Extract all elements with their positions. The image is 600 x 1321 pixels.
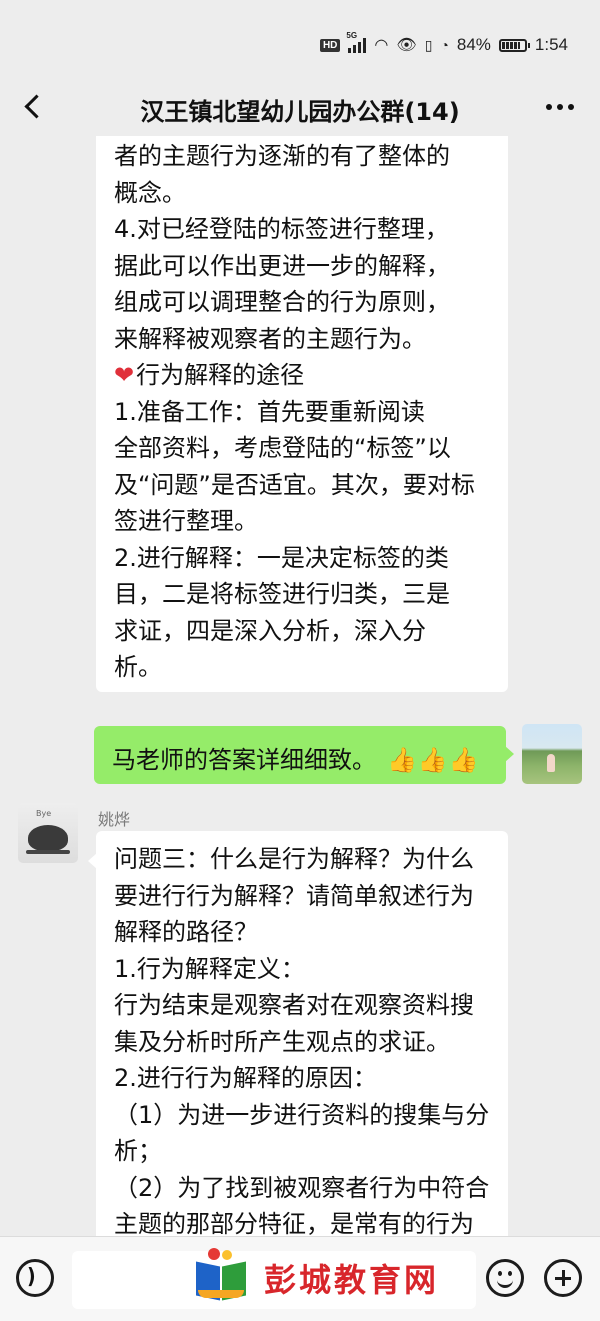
message-line: 1.准备工作：首先要重新阅读 [114, 397, 425, 426]
message-bubble[interactable]: 者的主题行为逐渐的有了整体的 概念。 4.对已经登陆的标签进行整理， 据此可以作… [96, 136, 508, 692]
message-line: 解释的路径？ [114, 918, 258, 946]
thumbs-up-group: 👍👍👍 [386, 742, 479, 779]
plus-icon[interactable] [544, 1259, 582, 1297]
message-line: 概念。 [114, 178, 186, 207]
message-line: 4.对已经登陆的标签进行整理， [114, 215, 449, 243]
wifi-icon: ◠ [374, 37, 389, 54]
heart-icon: ❤ [114, 361, 135, 389]
message-line: 目，二是将标签进行归类，三是 [114, 580, 450, 608]
vibrate-icon: ▯ [424, 36, 433, 53]
thumbs-up-icon: 👍 [448, 746, 479, 775]
message-bubble[interactable]: 问题三：什么是行为解释？为什么 要进行行为解释？请简单叙述行为 解释的路径？ 1… [88, 831, 508, 1236]
chat-messages[interactable]: 者的主题行为逐渐的有了整体的 概念。 4.对已经登陆的标签进行整理， 据此可以作… [0, 136, 600, 1236]
message-line: 及“问题”是否适宜。其次，要对标 [114, 470, 475, 499]
message-text: 马老师的答案详细细致。 [112, 746, 376, 775]
thumbs-up-icon: 👍 [417, 746, 448, 775]
message-line: 据此可以作出更进一步的解释， [114, 251, 450, 280]
avatar-label: Bye [36, 809, 52, 818]
sender-name: 姚烨 [98, 810, 131, 829]
battery-level [501, 41, 521, 49]
message-line: 组成可以调理整合的行为原则， [114, 288, 450, 316]
battery-icon [498, 38, 530, 52]
sender-avatar[interactable]: Bye [18, 803, 78, 863]
my-message-bubble[interactable]: 马老师的答案详细细致。 👍👍👍 [94, 726, 514, 784]
eye-icon: 👁 [396, 37, 417, 54]
message-line: 集及分析时所产生观点的求证。 [114, 1027, 450, 1056]
watermark: 彭城教育网 [190, 1246, 439, 1310]
hd-badge: HD [319, 38, 341, 52]
message-line: 2.进行解释：一是决定标签的类 [114, 543, 449, 572]
message-line: 行为结束是观察者对在观察资料搜 [114, 991, 474, 1019]
message-line: 行为解释的途径 [136, 361, 305, 389]
network-type: 5G [346, 31, 358, 40]
message-line: 全部资料，考虑登陆的“标签”以 [114, 434, 451, 462]
message-line: 来解释被观察者的主题行为。 [114, 324, 426, 353]
message-line: 2.进行行为解释的原因： [114, 1064, 377, 1092]
message-line: 主题的那部分特征，是常有的行为 [114, 1210, 474, 1236]
emoji-icon[interactable] [486, 1259, 524, 1297]
message-line: 析； [114, 1137, 162, 1165]
message-line: 问题三：什么是行为解释？为什么 [114, 845, 474, 873]
signal-icon: 5G [346, 31, 367, 53]
clock: 1:54 [534, 35, 568, 54]
status-bar: HD 5G ◠ 👁 ▯ ◔ 84% 1:54 [0, 0, 600, 80]
my-avatar[interactable] [522, 724, 582, 784]
more-horizontal-icon[interactable] [542, 94, 578, 120]
message-line-heading: ❤行为解释的途径 [114, 357, 494, 394]
thumbs-up-icon: 👍 [387, 746, 417, 775]
message-line: （1）为进一步进行资料的搜集与分 [114, 1100, 490, 1129]
chat-title: 汉王镇北望幼儿园办公群(14) [140, 98, 460, 126]
message-line: （2）为了找到被观察者行为中符合 [114, 1173, 490, 1202]
watermark-logo-icon [190, 1248, 254, 1308]
watermark-text: 彭城教育网 [264, 1261, 440, 1299]
speed-icon: ◔ [440, 37, 449, 53]
message-line: 签进行整理。 [114, 507, 258, 535]
voice-icon[interactable]: ) [16, 1259, 54, 1297]
battery-percent: 84% [456, 35, 491, 54]
message-line: 析。 [114, 653, 162, 681]
message-line: 求证，四是深入分析，深入分 [114, 616, 426, 645]
chat-header: 汉王镇北望幼儿园办公群(14) [0, 80, 600, 136]
message-line: 要进行行为解释？请简单叙述行为 [114, 881, 474, 910]
status-icons: HD 5G ◠ 👁 ▯ ◔ 84% 1:54 [319, 30, 568, 60]
message-line: 1.行为解释定义： [114, 954, 305, 983]
message-line: 者的主题行为逐渐的有了整体的 [114, 142, 450, 170]
